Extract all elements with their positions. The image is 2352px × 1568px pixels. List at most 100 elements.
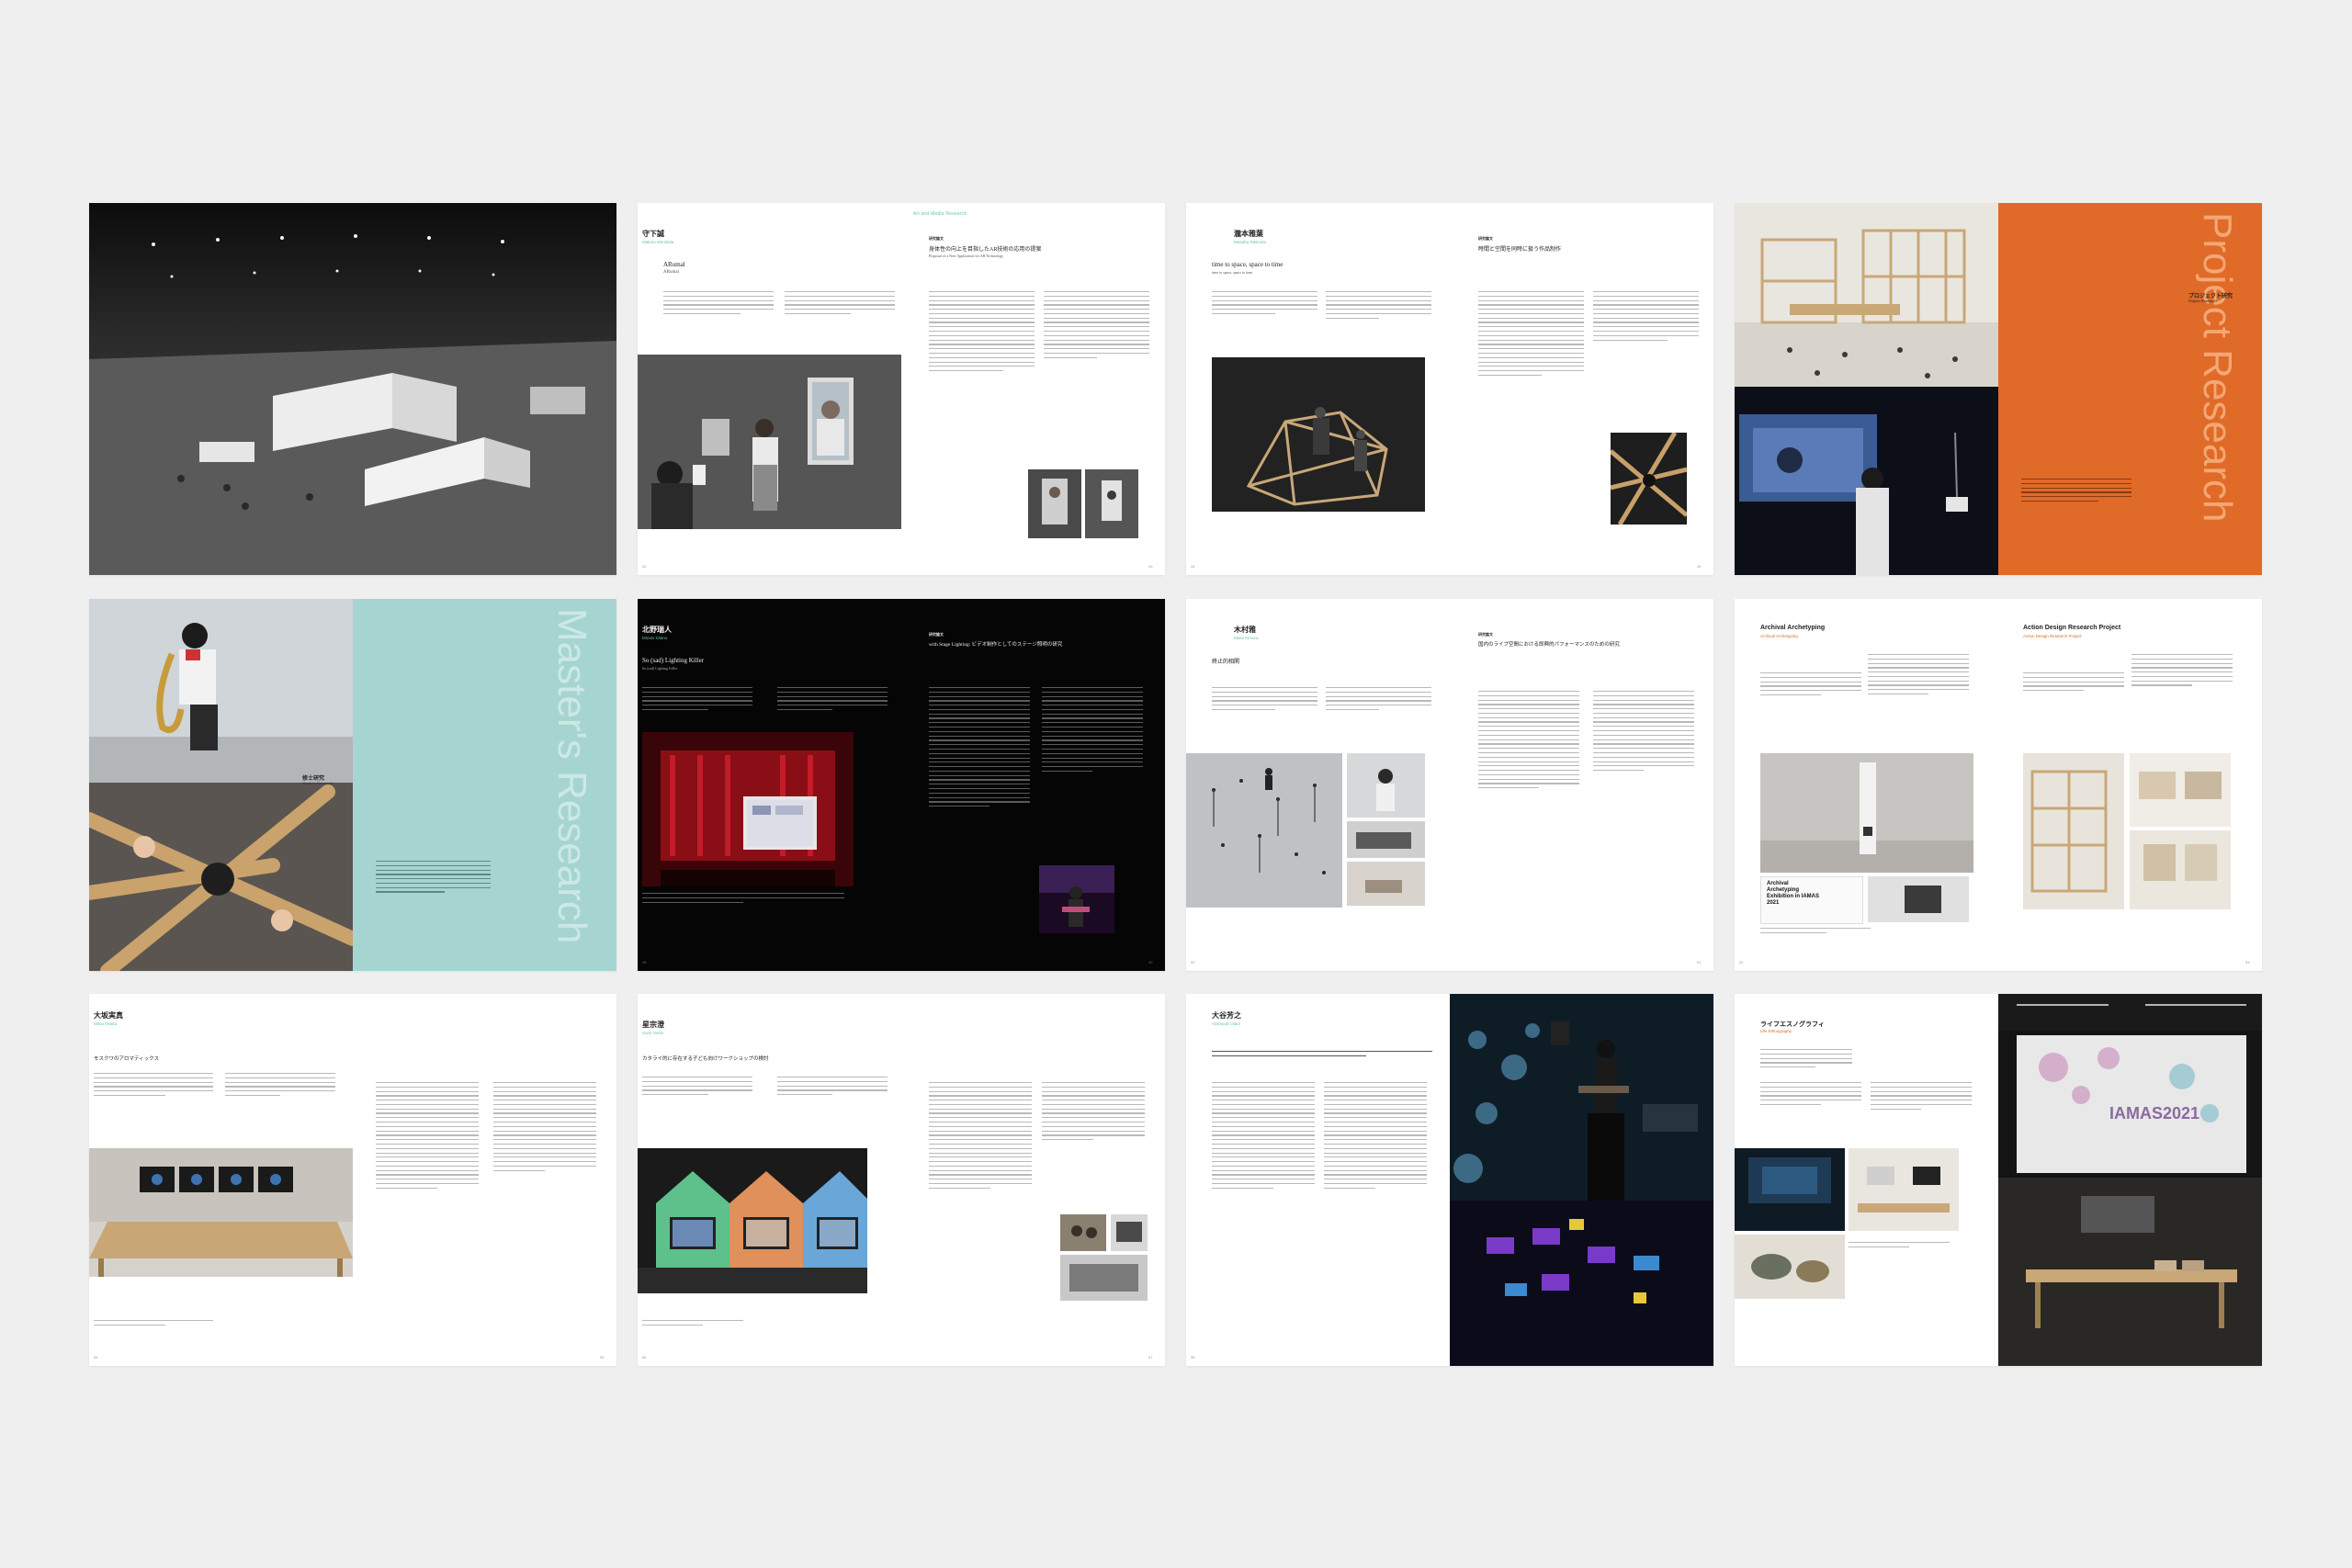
photo-performance-plaza — [1186, 753, 1342, 908]
paper-col-1 — [929, 687, 1030, 810]
author-name: 守下誠 — [642, 230, 664, 238]
photo-wooden-shelf — [2023, 753, 2124, 909]
page-number-right: 53 — [2245, 960, 2250, 964]
caption — [94, 1320, 213, 1329]
paper-col-2 — [1593, 291, 1699, 344]
project-subtitle: Life Ethnography — [1760, 1029, 1792, 1033]
body-text-col-2 — [777, 1077, 888, 1099]
body-text-col-1 — [1212, 687, 1317, 714]
section-label: 研究論文 — [1478, 632, 1493, 637]
author-name-en: Masaha Takimoto — [1234, 240, 1267, 244]
photo-hands-joint — [89, 783, 353, 971]
author-name: 瀧本雅葉 — [1234, 230, 1263, 238]
body-text-col-1 — [663, 291, 774, 318]
project-subtitle-right: Action Design Research Project — [2023, 634, 2082, 638]
photo-exhibit-wall — [2130, 753, 2231, 827]
body-text-col-1 — [642, 1077, 752, 1099]
author-name: 大坂実真 — [94, 1011, 123, 1020]
photo-iamas-venue — [1998, 994, 2262, 1366]
project-credits-left — [1868, 654, 1969, 698]
page-number-right: 55 — [600, 1355, 605, 1359]
page-number-right: 57 — [1148, 1355, 1153, 1359]
paper-col-1 — [1478, 291, 1584, 379]
body-text-col-2 — [1326, 291, 1431, 321]
page-number-right: 43 — [1148, 564, 1153, 569]
photo-desk — [1347, 821, 1425, 858]
section-label-en: Project Research — [2188, 299, 2217, 303]
photo-joint-closeup — [1611, 433, 1687, 525]
page-number-right: 49 — [1148, 960, 1153, 964]
body-text-col-2 — [1326, 687, 1431, 714]
page-number-left: 56 — [642, 1355, 647, 1359]
project-credits — [1760, 1049, 1852, 1071]
vertical-heading: Project Research — [2195, 212, 2240, 523]
photo-workshop-people — [1060, 1214, 1106, 1251]
author-name-en: Yoshiyuki Otani — [1212, 1021, 1240, 1026]
project-body-left — [1760, 672, 1861, 699]
work-title: モスクワのアロマティックス — [94, 1056, 160, 1062]
photo-exhibit-panel — [2130, 830, 2231, 909]
poster-text: Archival Archetyping Exhibition in IAMAS… — [1767, 881, 1819, 906]
paper-col-1 — [376, 1082, 479, 1192]
section-label: 研究論文 — [929, 632, 944, 637]
work-title: So (sad) Lighting Killer — [642, 657, 705, 664]
author-name-en: Sumi Hoshi — [642, 1031, 664, 1035]
paper-col-1 — [929, 1082, 1032, 1192]
photo-purple-lights — [1450, 1201, 1713, 1366]
photo-screen-performance — [1735, 387, 1998, 575]
page-number-right: 45 — [1697, 564, 1702, 569]
paper-title-en: Proposal of a New Application for AR Tec… — [929, 254, 1004, 258]
author-name-en: Masa Kimura — [1234, 636, 1259, 640]
body-text-col-2 — [777, 687, 888, 714]
spread-2-morishita: Art and Media Research 守下誠 Makoto Morish… — [638, 203, 1165, 575]
section-label: 研究論文 — [1478, 236, 1493, 241]
project-title-left: Archival Archetyping — [1760, 625, 1826, 631]
body-text-col-1 — [1212, 1082, 1315, 1192]
page-number-left: 44 — [1191, 564, 1195, 569]
page-number-left: 58 — [1191, 1355, 1195, 1359]
spread-9-osaka: 大坂実真 Mima Osaka モスクワのアロマティックス 54 55 — [89, 994, 616, 1366]
page-number-left: 52 — [1739, 960, 1744, 964]
work-title: 終止的相関 — [1212, 660, 1240, 665]
page-number-left: 54 — [94, 1355, 98, 1359]
running-header: Art and Media Research — [913, 211, 967, 217]
author-name-en: Makoto Morishita — [642, 240, 674, 244]
venue-photo — [89, 203, 616, 575]
research-list — [376, 861, 491, 896]
photo-thumb-1 — [1028, 469, 1081, 538]
title-block — [1212, 1051, 1432, 1060]
page-number-left: 42 — [642, 564, 647, 569]
spread-12-life-ethnography: ライフエスノグラフィ Life Ethnography IAMAS2021 — [1735, 994, 2262, 1366]
work-title: ARumal — [663, 261, 685, 268]
body-text-col-1 — [94, 1073, 213, 1100]
photo-archival-room — [1760, 753, 1973, 873]
photo-wooden-dome-build — [1212, 357, 1425, 512]
paper-col-2 — [1044, 291, 1149, 362]
caption-left — [1760, 928, 1871, 937]
paper-col-2 — [493, 1082, 596, 1174]
paper-title: 身体性の向上を目指したAR技術の応用の提案 — [929, 247, 1042, 253]
photo-room — [1347, 862, 1425, 906]
paper-col-2 — [1593, 691, 1694, 774]
spread-4-project-research-divider: Project Research プロジェクト研究 Project Resear… — [1735, 203, 2262, 575]
work-title: time to space, space to time — [1212, 261, 1283, 268]
photo-musician — [1347, 753, 1425, 818]
spread-6-kitano: 北野瑞人 Mizuto Kitano So (sad) Lighting Kil… — [638, 599, 1165, 971]
photo-house-kiosks — [638, 1148, 867, 1293]
vertical-heading: Master's Research — [549, 608, 594, 944]
spread-3-takimoto: 瀧本雅葉 Masaha Takimoto time to space, spac… — [1186, 203, 1713, 575]
photo-tablet-table — [1849, 1148, 1959, 1231]
caption — [1849, 1242, 1950, 1251]
section-label: 研究論文 — [929, 236, 944, 241]
poster-card: Archival Archetyping Exhibition in IAMAS… — [1760, 876, 1863, 924]
photo-device — [1868, 876, 1969, 922]
spread-11-otani: 大谷芳之 Yoshiyuki Otani 58 — [1186, 994, 1713, 1366]
paper-col-2 — [1042, 1082, 1145, 1144]
project-body-right — [2023, 672, 2124, 694]
photo-ar-demo — [638, 355, 901, 529]
photo-guitar-performance — [1039, 865, 1114, 933]
photo-workshop-hall — [1060, 1255, 1148, 1301]
photo-guitarist-projection — [1450, 994, 1713, 1201]
project-body-2 — [1871, 1082, 1972, 1112]
author-name: 大谷芳之 — [1212, 1011, 1241, 1020]
